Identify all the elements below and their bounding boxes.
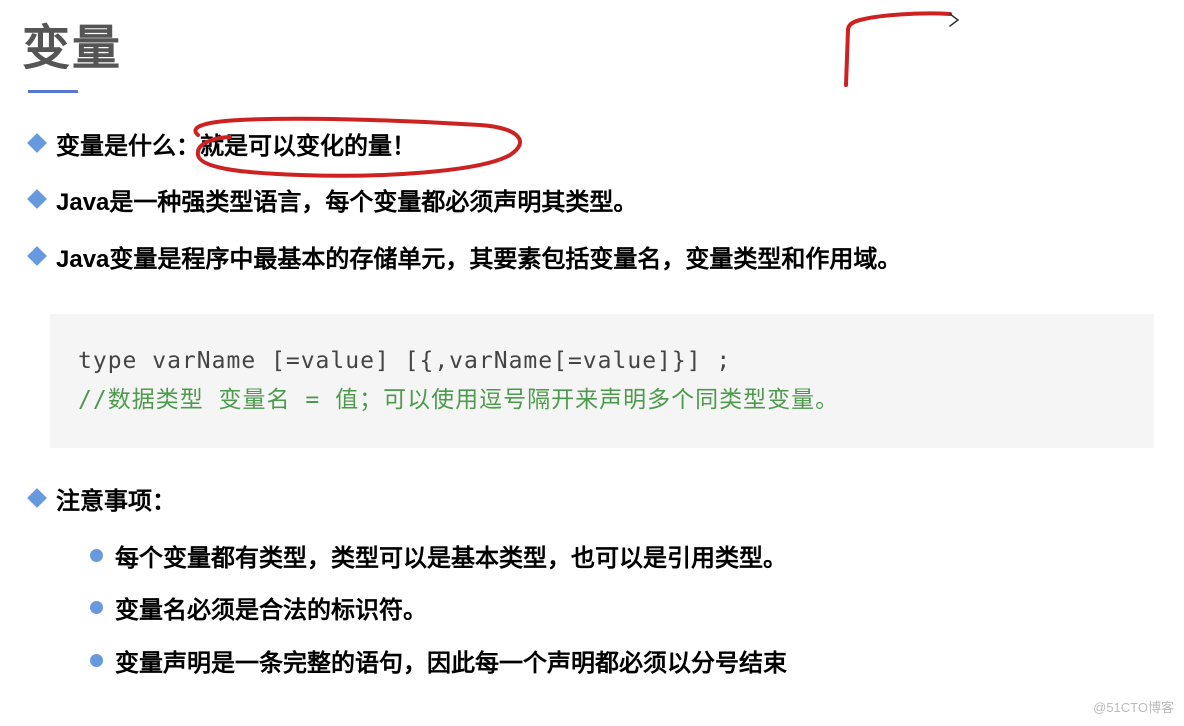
code-line: type varName [=value] [{,varName[=value]…: [78, 342, 1126, 381]
bullet-item: 注意事项：: [30, 483, 1184, 521]
sub-bullet-text: 每个变量都有类型，类型可以是基本类型，也可以是引用类型。: [115, 540, 787, 578]
sub-bullet-item: 每个变量都有类型，类型可以是基本类型，也可以是引用类型。: [90, 540, 1184, 578]
bullet-text: Java是一种强类型语言，每个变量都必须声明其类型。: [56, 184, 637, 222]
bullet-item: 变量是什么：就是可以变化的量！: [30, 128, 1184, 166]
page-title: 变量: [0, 0, 1184, 78]
sub-bullet-item: 变量声明是一条完整的语句，因此每一个声明都必须以分号结束: [90, 645, 1184, 683]
watermark: @51CTO博客: [1093, 697, 1174, 716]
sub-bullet-text: 变量名必须是合法的标识符。: [115, 592, 427, 630]
main-bullets: 变量是什么：就是可以变化的量！ Java是一种强类型语言，每个变量都必须声明其类…: [0, 128, 1184, 279]
sub-bullet-item: 变量名必须是合法的标识符。: [90, 592, 1184, 630]
bullet-item: Java是一种强类型语言，每个变量都必须声明其类型。: [30, 184, 1184, 222]
bullet-item: Java变量是程序中最基本的存储单元，其要素包括变量名，变量类型和作用域。: [30, 241, 1184, 279]
diamond-icon: [27, 246, 47, 266]
diamond-icon: [27, 488, 47, 508]
diamond-icon: [27, 189, 47, 209]
code-comment: //数据类型 变量名 = 值；可以使用逗号隔开来声明多个同类型变量。: [78, 381, 1126, 420]
bullet-text: 变量是什么：就是可以变化的量！: [56, 128, 416, 166]
dot-icon: [90, 601, 103, 614]
code-block: type varName [=value] [{,varName[=value]…: [50, 314, 1154, 448]
dot-icon: [90, 549, 103, 562]
notes-section: 注意事项： 每个变量都有类型，类型可以是基本类型，也可以是引用类型。 变量名必须…: [0, 483, 1184, 683]
title-underline: [28, 90, 78, 93]
bullet-text: Java变量是程序中最基本的存储单元，其要素包括变量名，变量类型和作用域。: [56, 241, 901, 279]
dot-icon: [90, 654, 103, 667]
sub-bullet-text: 变量声明是一条完整的语句，因此每一个声明都必须以分号结束: [115, 645, 787, 683]
sub-bullets: 每个变量都有类型，类型可以是基本类型，也可以是引用类型。 变量名必须是合法的标识…: [30, 540, 1184, 683]
notes-heading: 注意事项：: [56, 483, 176, 521]
diamond-icon: [27, 133, 47, 153]
